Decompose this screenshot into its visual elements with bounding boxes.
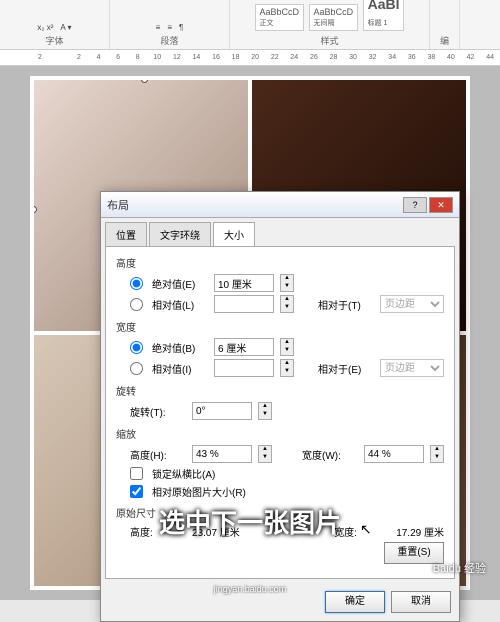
group-width: 宽度 绝对值(B) ▲▼ 相对值(I) ▲▼ 相对于(E) 页边距	[116, 319, 444, 377]
font-color-btn[interactable]: A ▾	[60, 23, 71, 32]
rotate-spinner[interactable]: ▲▼	[258, 402, 272, 420]
ribbon-para-label: 段落	[160, 34, 178, 47]
dialog-title: 布局	[107, 197, 401, 213]
style-nospace[interactable]: AaBbCcD无间隔	[309, 4, 359, 31]
style-heading1[interactable]: AaBl标题 1	[363, 0, 405, 31]
style-normal[interactable]: AaBbCcD正文	[255, 4, 305, 31]
ribbon-edit-label: 编	[440, 34, 449, 47]
ok-button[interactable]: 确定	[325, 591, 385, 613]
height-relto-select: 页边距	[380, 295, 444, 313]
width-abs-spinner[interactable]: ▲▼	[280, 338, 294, 356]
dialog-tabs: 位置 文字环绕 大小	[101, 218, 459, 246]
ribbon-style-label: 样式	[320, 34, 338, 47]
tab-size[interactable]: 大小	[213, 222, 255, 246]
video-caption: 选中下一张图片	[0, 503, 500, 540]
width-rel-radio[interactable]	[130, 362, 143, 375]
ribbon: x₂ x²A ▾ 字体 ≡≡¶ 段落 AaBbCcD正文 AaBbCcD无间隔 …	[0, 0, 500, 50]
scale-w-input[interactable]	[364, 445, 424, 463]
cancel-button[interactable]: 取消	[391, 591, 451, 613]
layout-dialog: 布局 ? ✕ 位置 文字环绕 大小 高度 绝对值(E) ▲▼ 相对值(L) ▲▼…	[100, 191, 460, 622]
lock-ratio-checkbox[interactable]	[130, 467, 143, 480]
subscript-btn[interactable]: x₂ x²	[37, 23, 53, 32]
height-rel-input	[214, 295, 274, 313]
group-height: 高度 绝对值(E) ▲▼ 相对值(L) ▲▼ 相对于(T) 页边距	[116, 255, 444, 313]
tab-textwrap[interactable]: 文字环绕	[149, 222, 211, 246]
tab-position[interactable]: 位置	[105, 222, 147, 246]
group-rotate: 旋转 旋转(T): ▲▼	[116, 383, 444, 420]
watermark-logo: Baidu 经验	[433, 560, 486, 576]
help-button[interactable]: ?	[403, 197, 427, 213]
width-abs-radio[interactable]	[130, 341, 143, 354]
rel-orig-checkbox[interactable]	[130, 485, 143, 498]
watermark-url: jingyan.baidu.com	[0, 584, 500, 594]
ribbon-font-label: 字体	[45, 34, 63, 47]
height-abs-input[interactable]	[214, 274, 274, 292]
ruler: 2246810121416182022242628303234363840424…	[0, 50, 500, 66]
dialog-titlebar[interactable]: 布局 ? ✕	[101, 192, 459, 218]
group-scale: 缩放 高度(H): ▲▼ 宽度(W): ▲▼ 锁定纵横比(A) 相对原始图片大小…	[116, 426, 444, 499]
scale-h-input[interactable]	[192, 445, 252, 463]
height-abs-spinner[interactable]: ▲▼	[280, 274, 294, 292]
height-rel-radio[interactable]	[130, 298, 143, 311]
document-area: 布局 ? ✕ 位置 文字环绕 大小 高度 绝对值(E) ▲▼ 相对值(L) ▲▼…	[0, 66, 500, 600]
close-button[interactable]: ✕	[429, 197, 453, 213]
width-relto-select: 页边距	[380, 359, 444, 377]
rotate-input[interactable]	[192, 402, 252, 420]
width-rel-input	[214, 359, 274, 377]
height-abs-radio[interactable]	[130, 277, 143, 290]
width-abs-input[interactable]	[214, 338, 274, 356]
